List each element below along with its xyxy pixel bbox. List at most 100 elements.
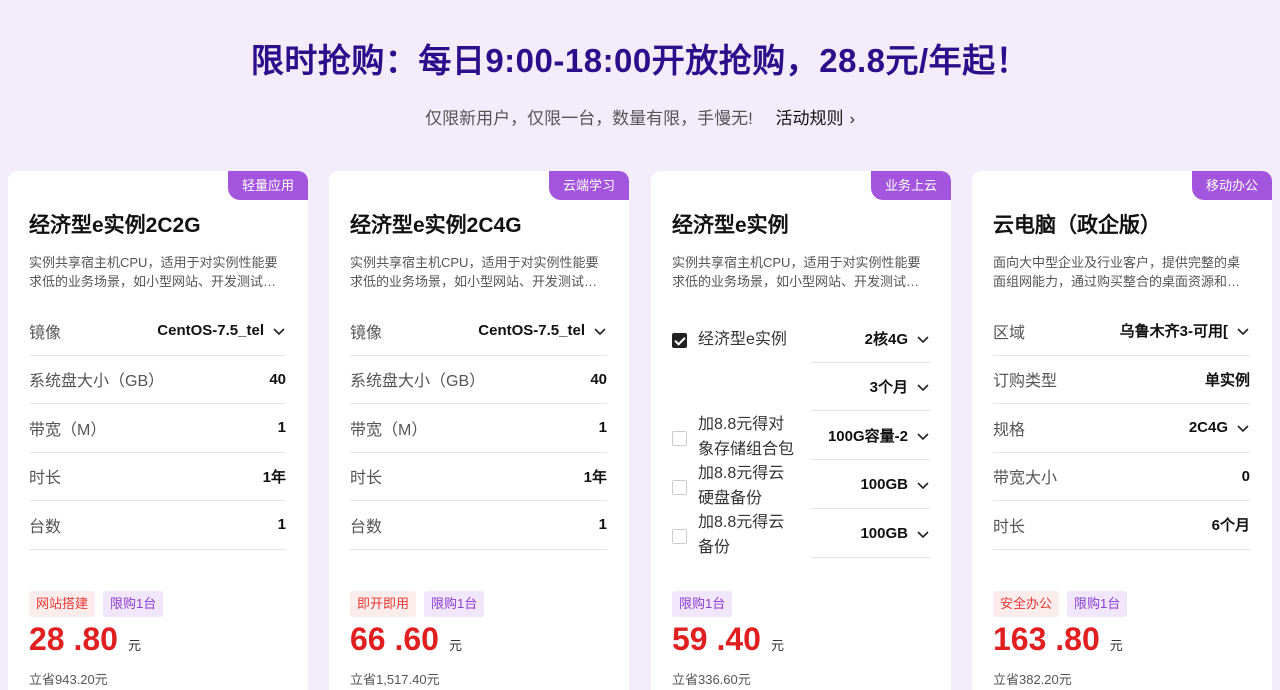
row-label: 镜像 — [29, 324, 62, 342]
spec-select[interactable]: 2核4G — [812, 315, 930, 363]
image-select-value: CentOS-7.5_tel — [478, 322, 585, 340]
card-tag: 云端学习 — [548, 171, 629, 200]
chevron-down-icon — [917, 530, 929, 538]
select-value: 3个月 — [869, 379, 908, 396]
disk-backup-select[interactable]: 100GB — [812, 461, 930, 509]
row-disk-size: 系统盘大小（GB） 40 — [29, 356, 286, 404]
card-title: 经济型e实例2C2G — [29, 214, 201, 237]
select-value: 100GB — [860, 476, 908, 493]
price: 28 .80 元 — [29, 621, 141, 658]
product-card-1: 轻量应用 经济型e实例2C2G 实例共享宿主机CPU，适用于对实例性能要求低的业… — [8, 171, 308, 690]
card-title: 经济型e实例2C4G — [350, 214, 522, 237]
spec-select-value: 2C4G — [1188, 419, 1228, 437]
select-value: 2核4G — [864, 331, 908, 348]
row-bandwidth: 带宽（M） 1 — [350, 404, 607, 453]
row-bandwidth: 带宽（M） 1 — [29, 404, 286, 453]
row-label: 订购类型 — [993, 373, 1058, 391]
card-description: 实例共享宿主机CPU，适用于对实例性能要求低的业务场景，如小型网站、开发测试环境 — [350, 255, 599, 289]
row-bandwidth: 带宽大小 0 — [993, 453, 1250, 501]
card-tag: 移动办公 — [1191, 171, 1272, 200]
card-description: 面向大中型企业及行业客户，提供完整的桌面组网能力，通过购买整合的桌面资源和网络 — [993, 255, 1241, 289]
chevron-down-icon — [917, 335, 929, 343]
row-quantity: 台数 1 — [29, 501, 286, 550]
savings-text: 立省382.20元 — [993, 672, 1072, 687]
option-label: 加8.8元得云硬盘备份 — [698, 465, 785, 507]
row-duration: 时长 6个月 — [993, 501, 1250, 550]
feature-badge: 网站搭建 — [29, 591, 96, 617]
card-description: 实例共享宿主机CPU，适用于对实例性能要求低的业务场景，如小型网站、开发测试环境 — [29, 255, 278, 289]
feature-badge: 即开即用 — [350, 591, 417, 617]
row-label: 镜像 — [350, 324, 383, 342]
option-label: 加8.8元得对象存储组合包 — [698, 416, 795, 458]
price-unit: 元 — [1109, 638, 1123, 653]
row-value: 1年 — [262, 468, 286, 486]
row-disk-size: 系统盘大小（GB） 40 — [350, 356, 607, 404]
price: 66 .60 元 — [350, 621, 462, 658]
price-value: 66 .60 — [350, 621, 439, 657]
row-value: 1 — [277, 419, 286, 437]
checkbox-cloud-backup[interactable] — [672, 529, 687, 544]
chevron-down-icon[interactable] — [272, 324, 286, 338]
card-title: 经济型e实例 — [672, 214, 789, 237]
checkbox-disk-backup[interactable] — [672, 480, 687, 495]
subline-text: 仅限新用户，仅限一台，数量有限，手慢无! — [425, 109, 753, 128]
chevron-down-icon[interactable] — [593, 324, 607, 338]
savings-text: 立省1,517.40元 — [350, 672, 440, 687]
cloud-backup-select[interactable]: 100GB — [812, 510, 930, 558]
row-value: 40 — [269, 370, 286, 388]
chevron-down-icon[interactable] — [1236, 421, 1250, 435]
option-label: 经济型e实例 — [698, 331, 787, 348]
image-select-value: CentOS-7.5_tel — [157, 322, 264, 340]
row-value: 1 — [598, 516, 607, 534]
feature-badge: 安全办公 — [993, 591, 1060, 617]
card-title: 云电脑（政企版） — [993, 214, 1161, 237]
row-label: 台数 — [29, 518, 62, 536]
card-description: 实例共享宿主机CPU，适用于对实例性能要求低的业务场景，如小型网站、开发测试环境 — [672, 255, 921, 289]
row-region[interactable]: 区域 乌鲁木齐3-可用[ — [993, 307, 1250, 356]
limit-badge: 限购1台 — [672, 591, 733, 617]
savings-text: 立省943.20元 — [29, 672, 108, 687]
chevron-down-icon — [917, 432, 929, 440]
limit-badge: 限购1台 — [1067, 591, 1128, 617]
region-select-value: 乌鲁木齐3-可用[ — [1119, 323, 1228, 341]
row-label: 带宽大小 — [993, 470, 1058, 488]
row-order-type: 订购类型 单实例 — [993, 356, 1250, 404]
row-label: 时长 — [29, 470, 62, 488]
price: 163 .80 元 — [993, 621, 1123, 658]
price-unit: 元 — [770, 638, 784, 653]
rules-link[interactable]: 活动规则 › — [776, 109, 855, 128]
storage-select[interactable]: 100G容量-2 — [812, 412, 930, 460]
chevron-down-icon[interactable] — [1236, 324, 1250, 338]
card-tag: 轻量应用 — [227, 171, 308, 200]
select-value: 100G容量-2 — [827, 428, 908, 445]
page-subline: 仅限新用户，仅限一台，数量有限，手慢无! 活动规则 › — [0, 104, 1280, 129]
row-label: 带宽（M） — [29, 421, 107, 439]
limit-badge: 限购1台 — [103, 591, 164, 617]
row-label: 时长 — [993, 518, 1026, 536]
row-value: 1 — [277, 516, 286, 534]
duration-select[interactable]: 3个月 — [812, 363, 930, 411]
savings-text: 立省336.60元 — [672, 672, 751, 687]
checkbox-object-storage[interactable] — [672, 431, 687, 446]
row-label: 规格 — [993, 421, 1026, 439]
rules-link-label: 活动规则 — [775, 109, 844, 128]
price-unit: 元 — [127, 638, 141, 653]
row-label: 区域 — [993, 324, 1026, 342]
row-image[interactable]: 镜像 CentOS-7.5_tel — [29, 307, 286, 356]
checkbox-instance[interactable] — [672, 333, 687, 348]
chevron-down-icon — [917, 383, 929, 391]
price-value: 163 .80 — [993, 621, 1100, 657]
row-value: 0 — [1241, 467, 1250, 485]
row-duration: 时长 1年 — [350, 453, 607, 501]
chevron-right-icon: › — [849, 111, 855, 128]
row-image[interactable]: 镜像 CentOS-7.5_tel — [350, 307, 607, 356]
product-card-3: 业务上云 经济型e实例 实例共享宿主机CPU，适用于对实例性能要求低的业务场景，… — [651, 171, 951, 690]
row-duration: 时长 1年 — [29, 453, 286, 501]
row-value: 1 — [598, 419, 607, 437]
price: 59 .40 元 — [672, 621, 784, 658]
chevron-down-icon — [917, 481, 929, 489]
row-spec[interactable]: 规格 2C4G — [993, 404, 1250, 453]
row-label: 系统盘大小（GB） — [29, 373, 165, 391]
price-value: 28 .80 — [29, 621, 118, 657]
row-label: 时长 — [350, 470, 383, 488]
